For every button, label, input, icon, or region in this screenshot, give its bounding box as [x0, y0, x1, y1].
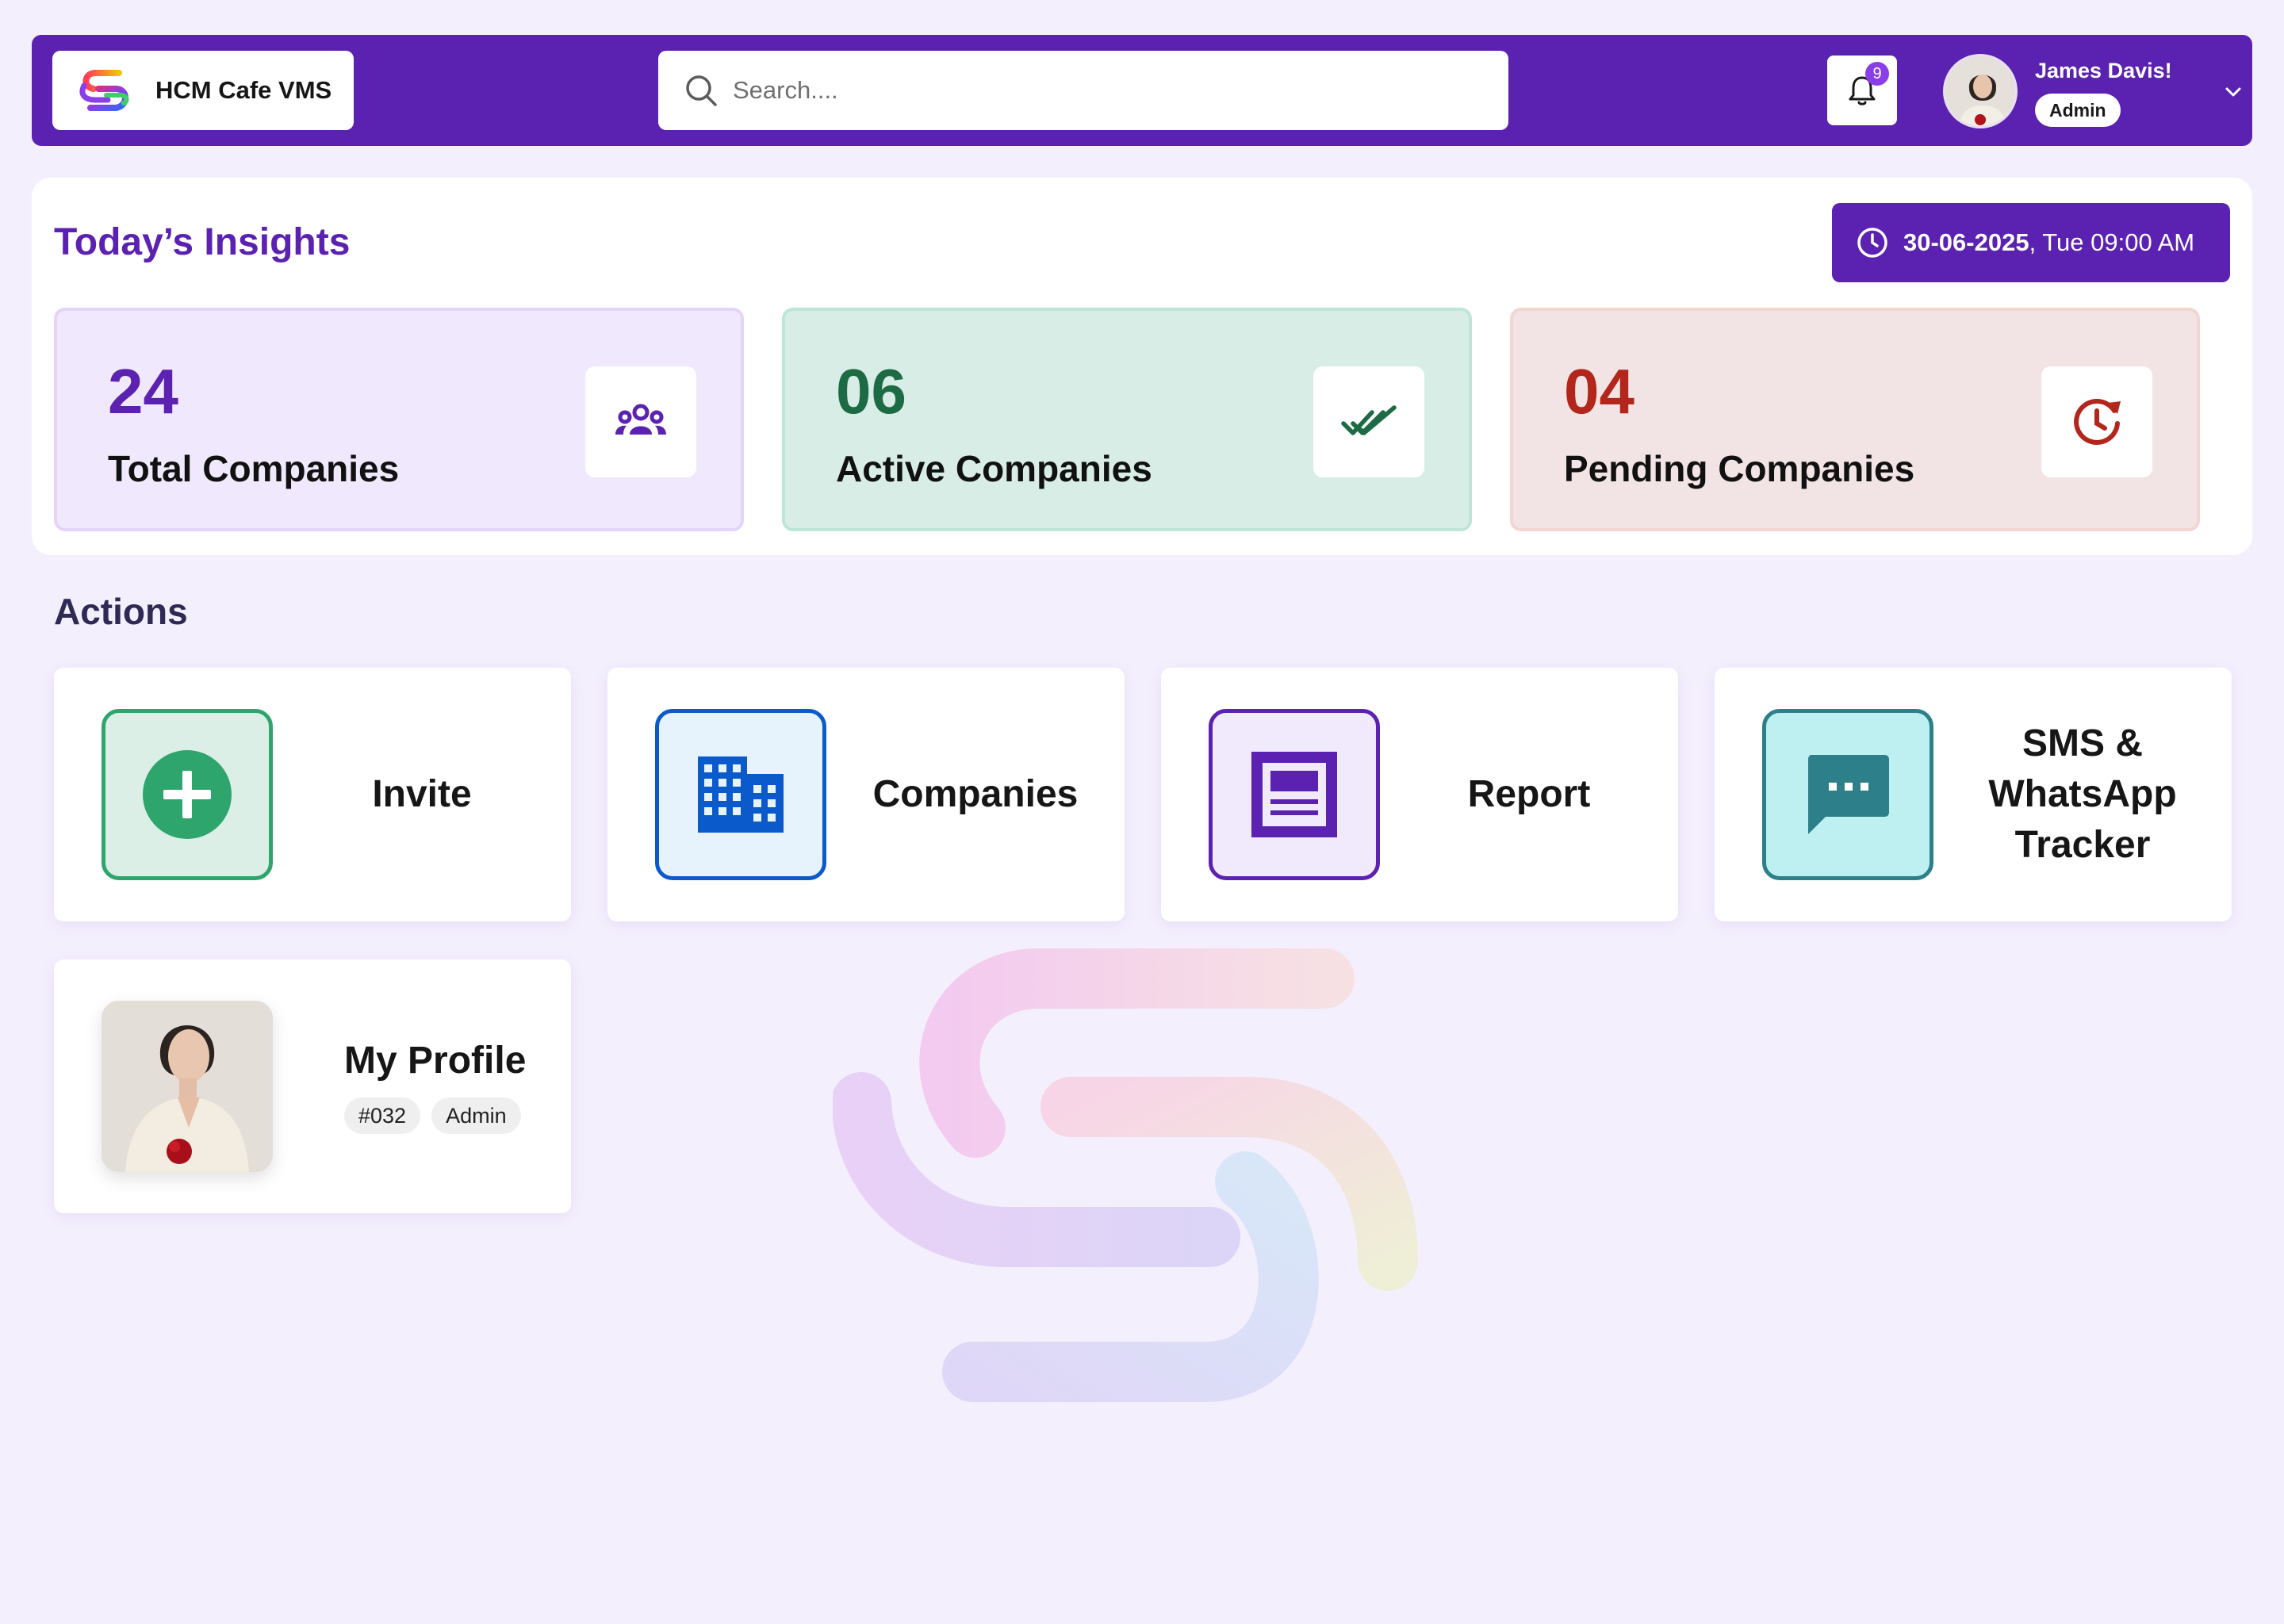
companies-tile [655, 709, 826, 880]
action-label: Companies [872, 773, 1079, 815]
invite-tile [102, 709, 273, 880]
users-icon [615, 404, 666, 435]
search-icon [686, 75, 717, 106]
report-tile [1209, 709, 1380, 880]
action-card-sms-whatsapp-tracker[interactable]: SMS & WhatsApp Tracker [1715, 668, 2232, 921]
action-card-my-profile[interactable]: My Profile #032 Admin [54, 959, 571, 1213]
brand-logo-icon [79, 70, 129, 111]
brand-watermark [833, 948, 1418, 1402]
search-bar[interactable] [658, 51, 1508, 130]
stat-value: 24 [108, 356, 178, 427]
action-card-report[interactable]: Report [1161, 668, 1678, 921]
clock-refresh-icon [2074, 399, 2121, 445]
profile-photo [102, 1001, 273, 1172]
profile-role-badge: Admin [431, 1097, 521, 1134]
notification-button[interactable]: 9 [1827, 56, 1897, 125]
stat-label: Pending Companies [1564, 448, 1915, 489]
stat-card-active-companies[interactable]: 06 Active Companies [782, 308, 1472, 531]
action-card-invite[interactable]: Invite [54, 668, 571, 921]
double-check-icon [1341, 405, 1397, 435]
plus-circle-icon [143, 750, 232, 839]
stat-card-pending-companies[interactable]: 04 Pending Companies [1510, 308, 2200, 531]
chevron-down-icon[interactable] [2222, 81, 2244, 103]
stat-icon-box [585, 366, 696, 477]
actions-title: Actions [54, 591, 188, 632]
current-datetime: 30-06-2025 , Tue 09:00 AM [1832, 203, 2230, 282]
top-navbar: HCM Cafe VMS 9 James Davis! Admin [32, 35, 2252, 146]
chat-icon [1808, 755, 1889, 834]
profile-name: My Profile [344, 1040, 527, 1082]
sms-tile [1762, 709, 1933, 880]
stat-label: Total Companies [108, 448, 400, 489]
brand[interactable]: HCM Cafe VMS [52, 51, 354, 130]
stat-value: 06 [836, 356, 906, 427]
stat-value: 04 [1564, 356, 1634, 427]
stat-card-total-companies[interactable]: 24 Total Companies [54, 308, 744, 531]
action-label: SMS & WhatsApp Tracker [1988, 722, 2177, 866]
date-text: 30-06-2025 [1903, 228, 2029, 256]
insights-panel: Today’s Insights 30-06-2025 , Tue 09:00 … [32, 178, 2252, 555]
action-label: Report [1467, 773, 1591, 815]
stat-icon-box [2041, 366, 2152, 477]
brand-name: HCM Cafe VMS [155, 76, 332, 104]
user-name[interactable]: James Davis! [2035, 59, 2172, 83]
time-text: , Tue 09:00 AM [2029, 228, 2195, 256]
user-avatar-image [1945, 56, 2015, 126]
user-avatar[interactable] [1943, 54, 2018, 128]
search-input[interactable] [733, 76, 1447, 105]
stat-label: Active Companies [836, 448, 1152, 489]
insights-title: Today’s Insights [54, 221, 351, 263]
profile-photo-image [102, 1001, 273, 1172]
building-icon [698, 756, 784, 833]
action-card-companies[interactable]: Companies [607, 668, 1125, 921]
report-icon [1251, 752, 1337, 837]
action-label: Invite [372, 773, 472, 815]
profile-tags: #032 Admin [344, 1097, 521, 1134]
stat-icon-box [1313, 366, 1424, 477]
clock-icon [1857, 228, 1887, 258]
user-role-badge: Admin [2035, 94, 2121, 127]
profile-id-badge: #032 [344, 1097, 421, 1134]
notification-count-badge: 9 [1865, 62, 1889, 86]
